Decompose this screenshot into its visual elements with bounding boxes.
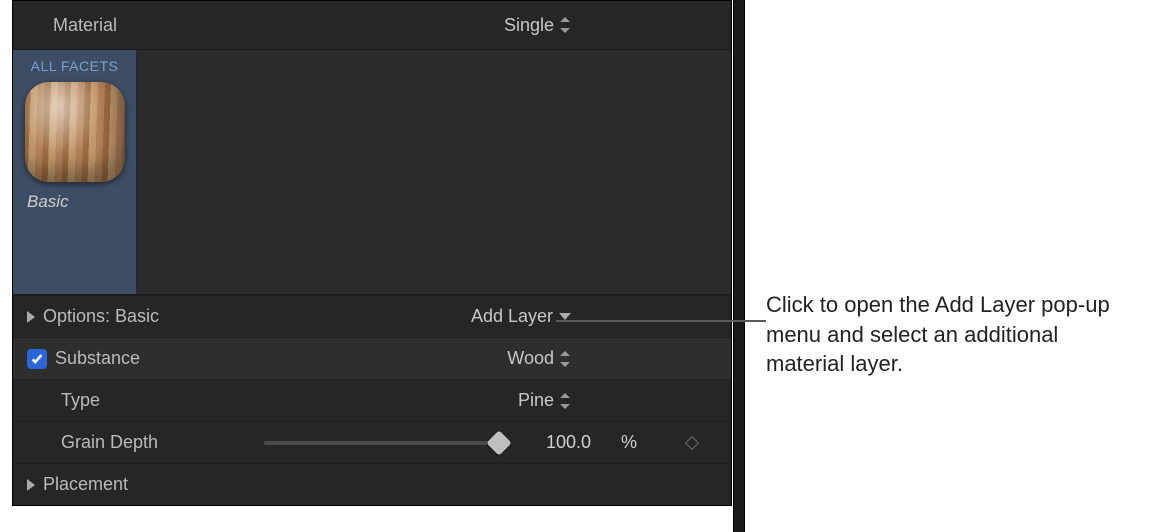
type-value: Pine — [518, 390, 554, 411]
callout-leader-line — [556, 320, 766, 322]
material-mode-dropdown[interactable]: Single — [504, 15, 571, 36]
substance-row: Substance Wood — [13, 337, 731, 379]
type-label: Type — [61, 390, 100, 411]
updown-arrows-icon — [560, 393, 571, 409]
grain-depth-label: Grain Depth — [61, 432, 158, 453]
type-dropdown[interactable]: Pine — [518, 390, 571, 411]
grain-depth-row: Grain Depth 100.0 % — [13, 421, 731, 463]
disclosure-triangle-icon[interactable] — [27, 311, 35, 323]
substance-checkbox[interactable] — [27, 349, 47, 369]
material-header-row: Material Single — [13, 1, 731, 49]
grain-depth-unit: % — [621, 432, 637, 453]
material-panel: Material Single ALL FACETS Basic Options… — [12, 0, 732, 506]
add-layer-dropdown[interactable]: Add Layer — [471, 306, 571, 327]
add-layer-label: Add Layer — [471, 306, 553, 327]
grain-depth-value[interactable]: 100.0 — [521, 432, 591, 453]
options-row[interactable]: Options: Basic Add Layer — [13, 295, 731, 337]
substance-dropdown[interactable]: Wood — [507, 348, 571, 369]
substance-value: Wood — [507, 348, 554, 369]
slider-thumb[interactable] — [486, 430, 511, 455]
disclosure-triangle-icon[interactable] — [27, 479, 35, 491]
facets-area: ALL FACETS Basic — [13, 49, 731, 295]
material-thumbnail-caption: Basic — [21, 192, 128, 212]
placement-row[interactable]: Placement — [13, 463, 731, 505]
options-label: Options: Basic — [43, 306, 159, 327]
placement-label: Placement — [43, 474, 128, 495]
type-row: Type Pine — [13, 379, 731, 421]
reset-diamond-icon[interactable] — [685, 435, 699, 449]
chevron-down-icon — [559, 313, 571, 320]
material-mode-value: Single — [504, 15, 554, 36]
updown-arrows-icon — [560, 17, 571, 33]
callout-text: Click to open the Add Layer pop-up menu … — [766, 290, 1126, 379]
annotation-area: Click to open the Add Layer pop-up menu … — [742, 0, 1160, 532]
slider-track — [264, 441, 499, 445]
facet-tab-label: ALL FACETS — [21, 56, 128, 82]
grain-depth-slider[interactable] — [264, 433, 499, 453]
facet-tile-all[interactable]: ALL FACETS Basic — [13, 50, 137, 294]
material-thumbnail[interactable] — [25, 82, 125, 182]
updown-arrows-icon — [560, 351, 571, 367]
material-label: Material — [53, 15, 117, 36]
substance-label: Substance — [55, 348, 140, 369]
